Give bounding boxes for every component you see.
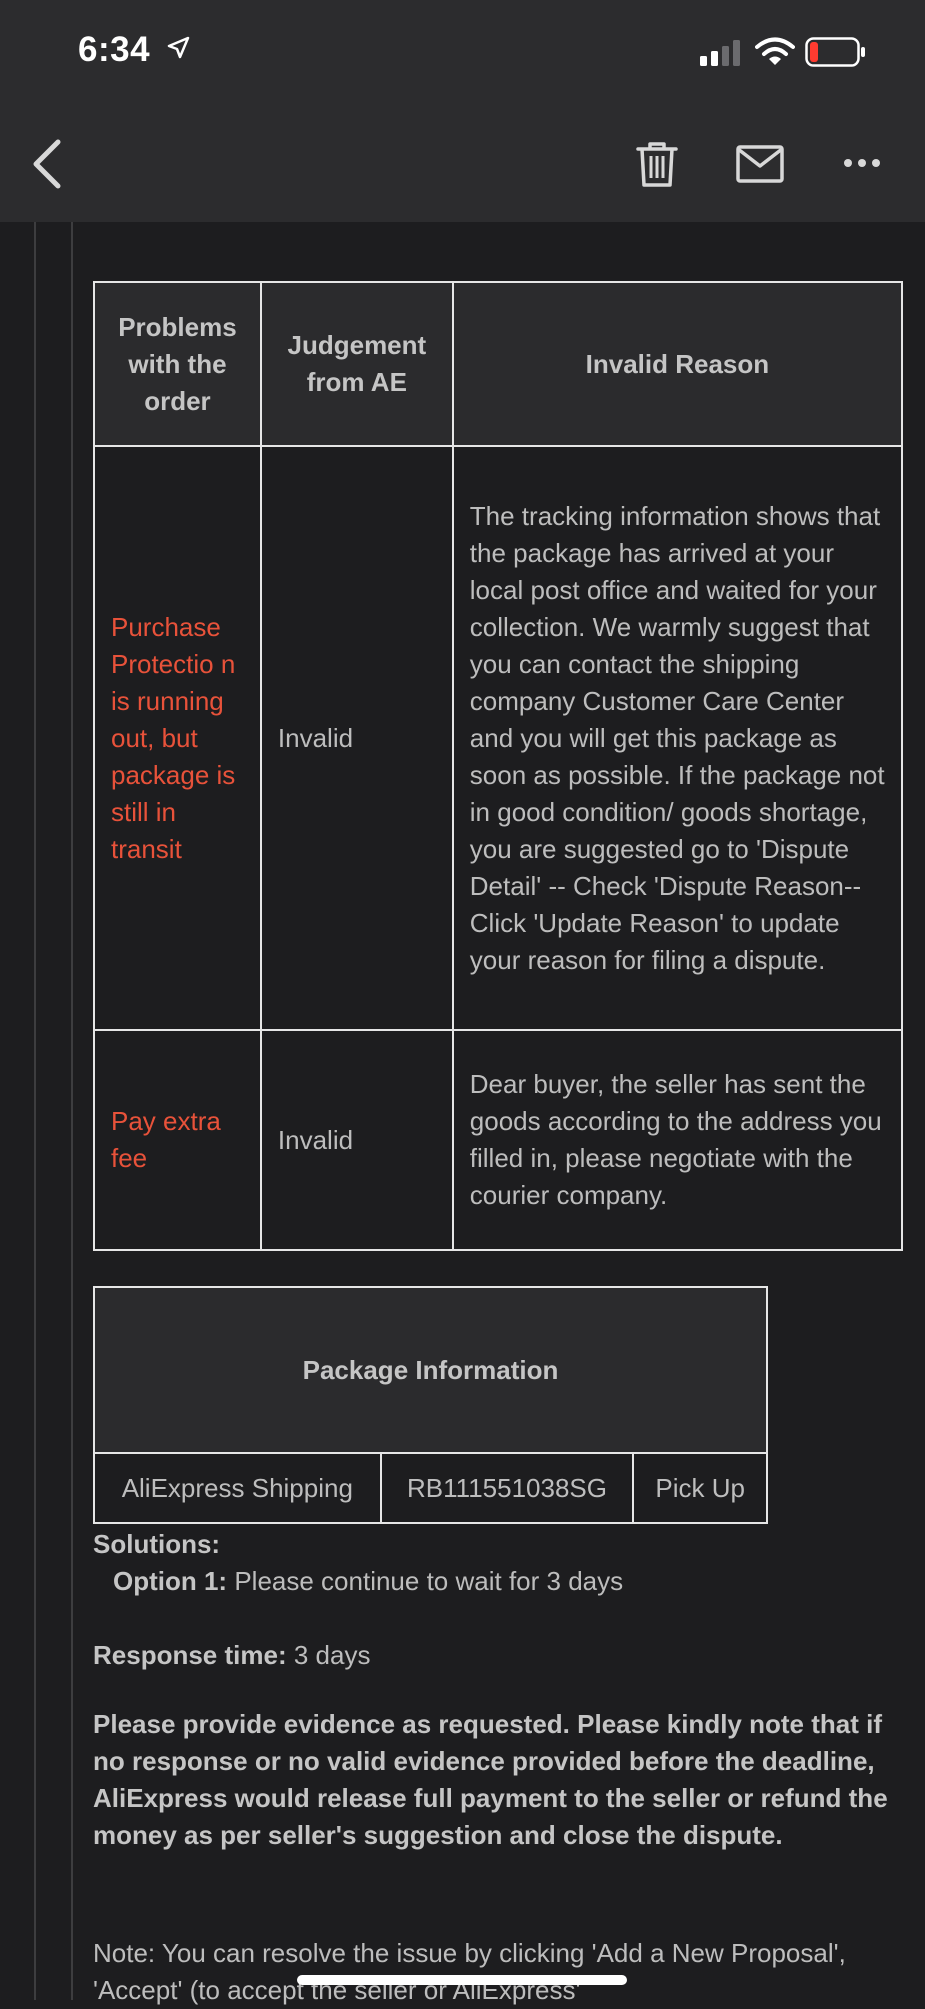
back-button[interactable] <box>28 136 68 192</box>
solutions-label: Solutions: <box>93 1529 221 1559</box>
response-label: Response time: <box>93 1640 287 1670</box>
mail-button[interactable] <box>735 144 785 184</box>
header-problems: Problems with the order <box>93 281 262 447</box>
problems-table: Problems with the order Judgement from A… <box>93 281 904 1251</box>
reason-cell: Dear buyer, the seller has sent the good… <box>451 1029 904 1251</box>
package-info-title: Package Information <box>93 1286 768 1454</box>
option-text: Please continue to wait for 3 days <box>234 1566 624 1596</box>
header-judgement: Judgement from AE <box>259 281 454 447</box>
tracking-number: RB111551038SG <box>379 1452 635 1524</box>
quote-divider <box>34 222 36 2000</box>
mail-toolbar <box>0 110 925 222</box>
trash-button[interactable] <box>634 140 680 188</box>
note-text: Note: You can resolve the issue by click… <box>93 1938 846 2005</box>
package-info-table: Package Information AliExpress Shipping … <box>93 1286 768 1524</box>
problem-cell: Pay extra fee <box>93 1029 262 1251</box>
table-header-row: Problems with the order Judgement from A… <box>93 281 904 447</box>
header-invalid-reason: Invalid Reason <box>451 281 904 447</box>
problem-cell: Purchase Protectio n is running out, but… <box>93 445 262 1031</box>
table-row: Pay extra fee Invalid Dear buyer, the se… <box>93 1029 904 1251</box>
package-status: Pick Up <box>632 1452 768 1524</box>
evidence-notice: Please provide evidence as requested. Pl… <box>93 1709 888 1850</box>
wifi-icon <box>755 37 795 65</box>
table-row: Purchase Protectio n is running out, but… <box>93 445 904 1031</box>
status-time: 6:34 <box>78 30 151 69</box>
response-time: Response time: 3 days <box>93 1637 903 1674</box>
status-bar: 6:34 <box>0 0 925 110</box>
table-row: AliExpress Shipping RB111551038SG Pick U… <box>93 1452 768 1524</box>
cellular-signal-icon <box>700 40 740 66</box>
option-label: Option 1: <box>113 1566 228 1596</box>
shipping-method: AliExpress Shipping <box>93 1452 382 1524</box>
quote-divider <box>71 222 73 2000</box>
home-indicator[interactable] <box>297 1975 627 1985</box>
location-arrow-icon <box>167 36 190 59</box>
reason-cell: The tracking information shows that the … <box>451 445 904 1031</box>
solution-option: Option 1: Please continue to wait for 3 … <box>113 1563 923 1600</box>
judgement-cell: Invalid <box>259 1029 454 1251</box>
response-value: 3 days <box>293 1640 371 1670</box>
battery-icon <box>805 37 865 67</box>
judgement-cell: Invalid <box>259 445 454 1031</box>
more-button[interactable] <box>842 153 882 173</box>
